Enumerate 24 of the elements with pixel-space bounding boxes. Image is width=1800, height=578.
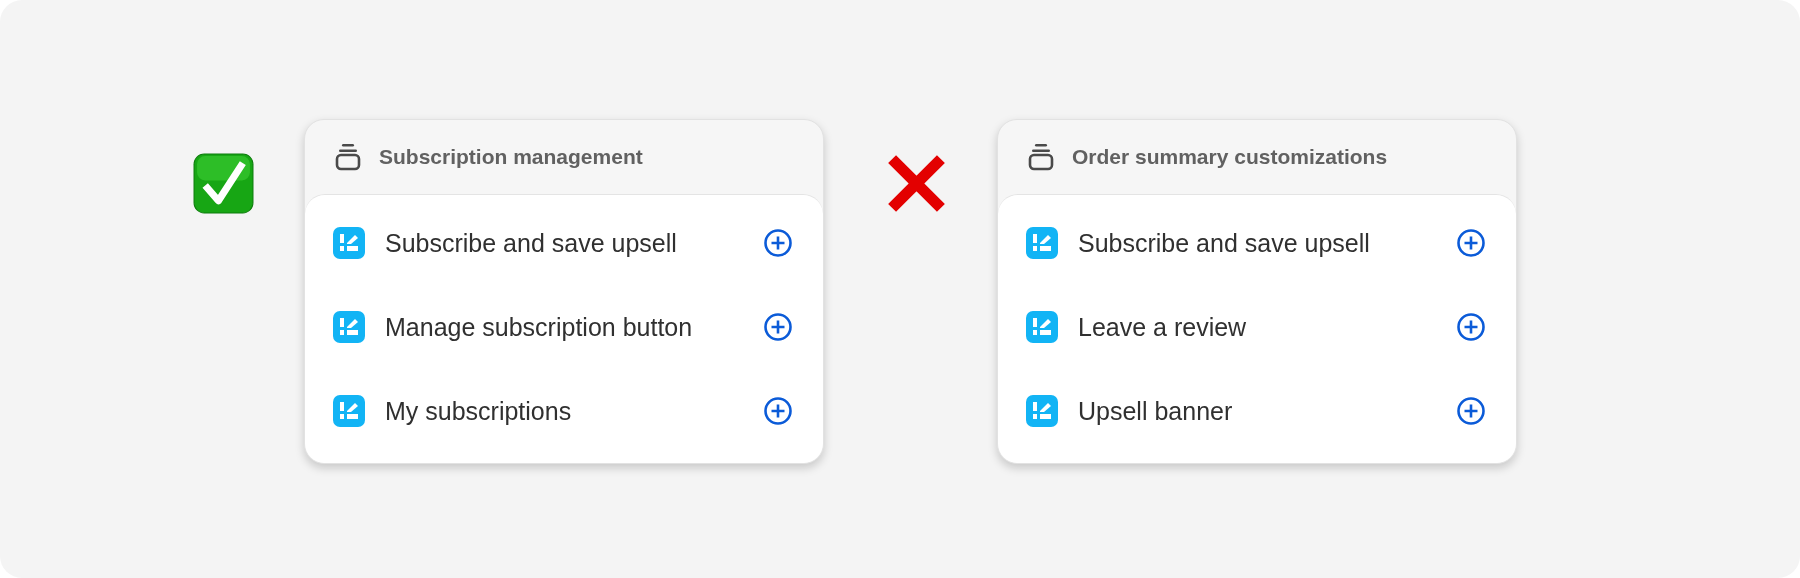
app-icon xyxy=(333,311,365,343)
card-title: Subscription management xyxy=(379,145,643,169)
add-button[interactable] xyxy=(1456,312,1486,342)
check-mark-icon xyxy=(193,153,254,214)
app-icon xyxy=(333,227,365,259)
add-button[interactable] xyxy=(763,312,793,342)
app-icon xyxy=(1026,395,1058,427)
block-label: My subscriptions xyxy=(385,396,573,426)
app-icon xyxy=(1026,311,1058,343)
block-label: Subscribe and save upsell xyxy=(1078,228,1371,258)
block-label: Subscribe and save upsell xyxy=(385,228,678,258)
cross-mark-icon xyxy=(886,153,947,214)
app-icon xyxy=(333,395,365,427)
add-button[interactable] xyxy=(763,396,793,426)
block-label: Manage subscription button xyxy=(385,312,694,342)
card-title: Order summary customizations xyxy=(1072,145,1388,169)
block-label: Leave a review xyxy=(1078,312,1248,342)
stack-icon xyxy=(335,143,361,171)
add-button[interactable] xyxy=(1456,228,1486,258)
add-button[interactable] xyxy=(1456,396,1486,426)
app-icon xyxy=(1026,227,1058,259)
block-label: Upsell banner xyxy=(1078,396,1234,426)
add-button[interactable] xyxy=(763,228,793,258)
stack-icon xyxy=(1028,143,1054,171)
